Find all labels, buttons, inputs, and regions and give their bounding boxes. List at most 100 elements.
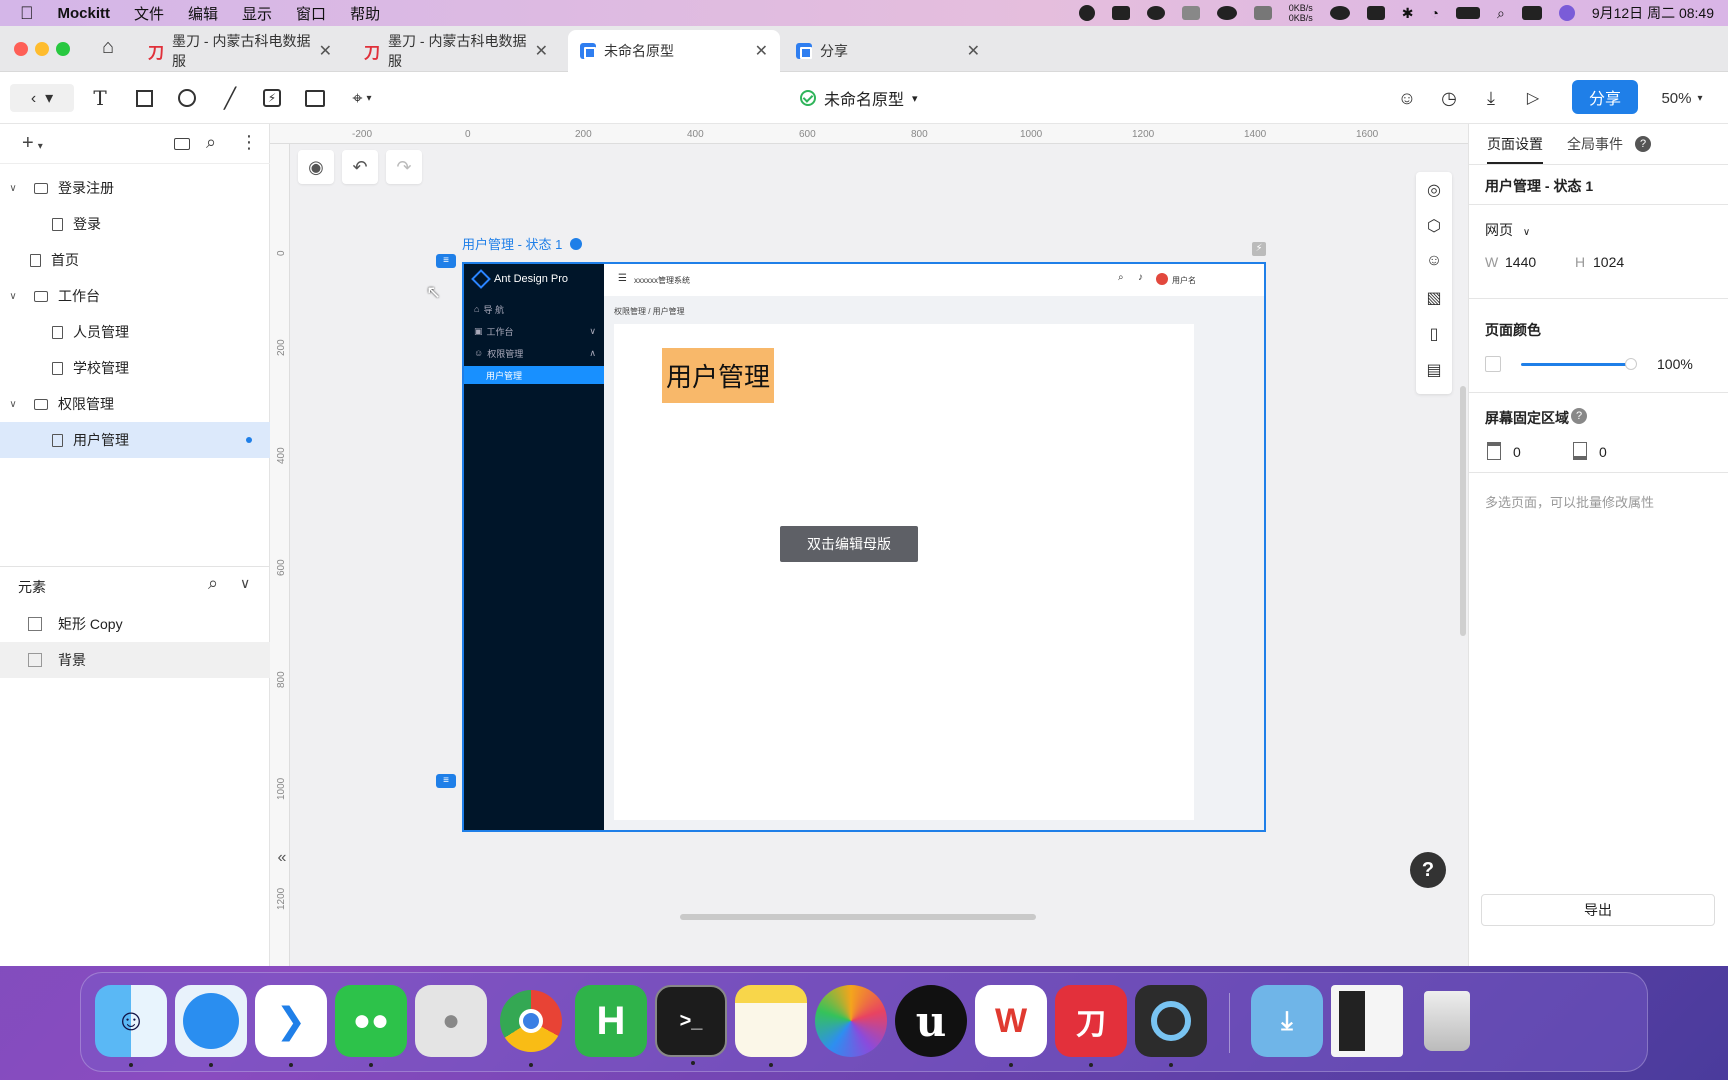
edit-master-button[interactable]: 双击编辑母版 [780, 526, 918, 562]
width-input[interactable]: 1440 [1505, 254, 1536, 270]
undo-icon[interactable]: ↶ [342, 150, 378, 184]
document-title[interactable]: 未命名原型 ▾ [800, 86, 918, 110]
menu-view[interactable]: 显示 [230, 3, 284, 24]
proto-sider[interactable]: Ant Design Pro ⌂ 导 航 ▣ 工作台 ∨ ☺ 权限管理 ∧ 用户管理 [464, 264, 604, 830]
siri-icon[interactable] [1558, 5, 1575, 21]
page-tree-item-login-register[interactable]: ∨ 登录注册 [0, 170, 270, 206]
frame-handle-bottom-icon[interactable]: ≡ [436, 774, 456, 788]
close-icon[interactable]: ✕ [967, 41, 980, 61]
page-tree-item-staff-management[interactable]: 人员管理 [0, 314, 270, 350]
wps-icon[interactable]: W [975, 985, 1047, 1067]
terminal-icon[interactable]: >_ [655, 985, 727, 1065]
menu-window[interactable]: 窗口 [284, 3, 338, 24]
color-swatch[interactable] [1485, 356, 1501, 372]
proto-heading-rect[interactable]: 用户管理 [662, 348, 774, 403]
document-icon[interactable]: ▯ [1424, 324, 1444, 344]
apple-icon[interactable]:  [0, 3, 46, 24]
trash-icon[interactable] [1411, 985, 1483, 1057]
fixed-bottom-input[interactable]: 0 [1599, 444, 1607, 460]
page-tree-item-workbench[interactable]: ∨ 工作台 [0, 278, 270, 314]
zoom-window-button[interactable] [56, 42, 70, 56]
page-tree-item-login[interactable]: 登录 [0, 206, 270, 242]
help-icon[interactable]: ? [1635, 136, 1651, 152]
zoom-select[interactable]: 50% ▾ [1652, 84, 1712, 112]
grid-icon[interactable] [1111, 6, 1130, 20]
downloads-folder-icon[interactable]: ⤓ [1251, 985, 1323, 1057]
chrome-icon[interactable] [495, 985, 567, 1067]
design-canvas[interactable]: -200 0 200 400 600 800 1000 1200 1400 16… [270, 124, 1468, 966]
export-button[interactable]: 导出 [1481, 894, 1715, 926]
cat-icon[interactable] [1253, 6, 1272, 20]
collaborator-icon[interactable]: ☺ [1394, 84, 1420, 112]
preview-play-icon[interactable]: ▷ [1520, 84, 1546, 112]
control-center-icon[interactable] [1521, 6, 1542, 20]
minimize-window-button[interactable] [35, 42, 49, 56]
help-button[interactable]: ? [1410, 852, 1446, 888]
ellipse-tool-icon[interactable] [175, 84, 199, 112]
close-icon[interactable]: ✕ [319, 41, 332, 61]
menu-help[interactable]: 帮助 [338, 3, 392, 24]
help-icon[interactable]: ? [1571, 408, 1587, 424]
page-tree-item-permission-management[interactable]: ∨ 权限管理 [0, 386, 270, 422]
location-tool-icon[interactable]: ⌖ ▾ [344, 84, 380, 112]
image-icon[interactable]: ▧ [1424, 288, 1444, 308]
record-icon[interactable] [1078, 5, 1095, 21]
chevron-down-icon[interactable]: ∨ [6, 183, 20, 194]
frame-label[interactable]: 用户管理 - 状态 1 [462, 234, 583, 253]
app-status-icon[interactable] [1146, 6, 1165, 20]
tab-untitled-prototype[interactable]: 未命名原型 ✕ [568, 30, 780, 72]
menubar-datetime[interactable]: 9月12日 周二 08:49 [1592, 3, 1714, 23]
home-icon[interactable]: ⌂ [102, 36, 114, 59]
close-icon[interactable]: ✕ [755, 41, 768, 61]
finder-icon[interactable]: ☺ [95, 985, 167, 1067]
screenshot-thumbnail[interactable] [1331, 985, 1403, 1057]
close-window-button[interactable] [14, 42, 28, 56]
messages-icon[interactable]: ● [415, 985, 487, 1057]
frame-interaction-icon[interactable]: ⚡ [1252, 242, 1266, 256]
proto-menu-user-management[interactable]: 用户管理 [464, 366, 604, 384]
height-input[interactable]: 1024 [1593, 254, 1624, 270]
fixed-top-input[interactable]: 0 [1513, 444, 1521, 460]
image-tool-icon[interactable] [303, 84, 327, 112]
search-icon[interactable]: ⌕ [1497, 5, 1505, 22]
collapse-panel-icon[interactable]: « [270, 846, 294, 870]
photos-icon[interactable] [815, 985, 887, 1057]
vscode-icon[interactable]: ❯ [255, 985, 327, 1067]
opacity-value[interactable]: 100% [1657, 356, 1693, 372]
bell-icon[interactable]: ♪ [1138, 272, 1143, 283]
folder-icon[interactable] [174, 138, 190, 150]
chevron-down-icon[interactable]: ∨ [240, 575, 250, 592]
menu-fold-icon[interactable]: ☰ [618, 273, 627, 284]
menu-edit[interactable]: 编辑 [176, 3, 230, 24]
hbuilder-icon[interactable]: H [575, 985, 647, 1057]
tab-share[interactable]: 分享 ✕ [784, 30, 992, 72]
history-icon[interactable]: ◷ [1436, 84, 1462, 112]
chevron-down-icon[interactable]: ∨ [6, 399, 20, 410]
page-type-select[interactable]: 网页 ∨ [1485, 220, 1530, 240]
menubar-app-name[interactable]: Mockitt [46, 5, 123, 22]
wechat-tray-icon[interactable] [1329, 6, 1350, 20]
element-item-rect-copy[interactable]: 矩形 Copy [0, 606, 270, 642]
target-icon[interactable]: ◎ [1424, 180, 1444, 200]
chevron-down-icon[interactable]: ∨ [6, 291, 20, 302]
search-icon[interactable]: ⌕ [208, 573, 218, 594]
menu-file[interactable]: 文件 [122, 3, 176, 24]
page-tree-item-home[interactable]: 首页 [0, 242, 270, 278]
close-icon[interactable]: ✕ [535, 41, 548, 61]
add-page-icon[interactable]: + ▾ [22, 132, 43, 155]
safari-icon[interactable] [175, 985, 247, 1067]
search-icon[interactable]: ⌕ [1118, 272, 1124, 283]
tray-app-icon[interactable] [1366, 6, 1385, 20]
opacity-slider-track[interactable] [1521, 363, 1629, 366]
back-button[interactable]: ‹ ▾ [10, 84, 74, 112]
cloud-icon[interactable] [1216, 6, 1237, 20]
quicktime-icon[interactable] [1135, 985, 1207, 1067]
wifi-icon[interactable]: ◔ [1431, 5, 1439, 21]
avatar[interactable] [1156, 273, 1168, 285]
share-button[interactable]: 分享 [1572, 80, 1638, 114]
page-tree-item-school-management[interactable]: 学校管理 [0, 350, 270, 386]
tab-modao-1[interactable]: 刀 墨刀 - 内蒙古科电数据服 ✕ [136, 30, 344, 72]
proto-menu-permission[interactable]: ☺ 权限管理 ∧ [464, 344, 604, 362]
layout-icon[interactable]: ▤ [1424, 360, 1444, 380]
line-tool-icon[interactable]: ╱ [218, 84, 242, 112]
